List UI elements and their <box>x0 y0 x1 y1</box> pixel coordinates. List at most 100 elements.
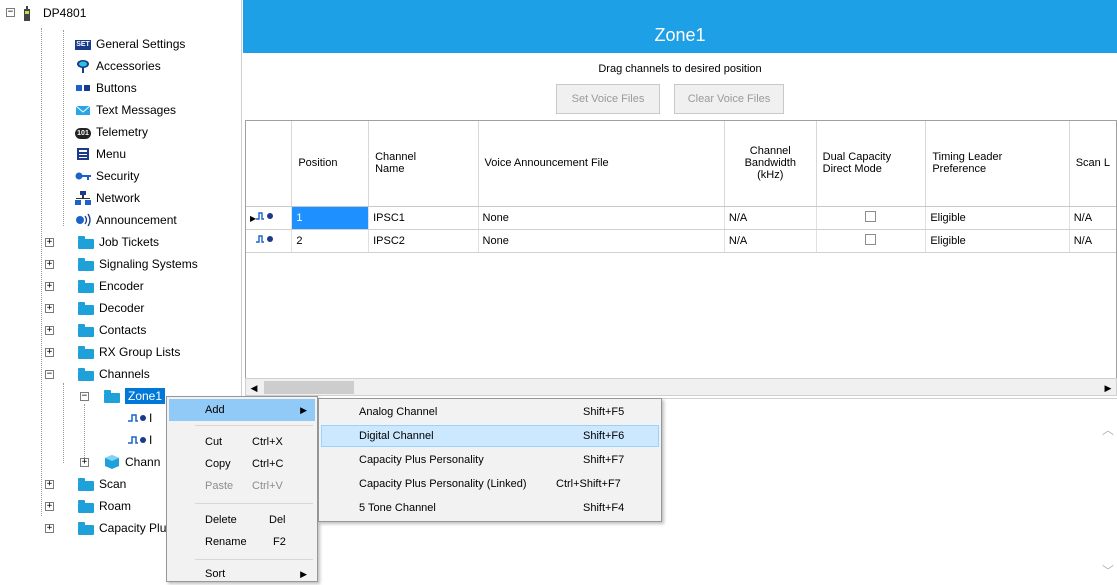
dual-capacity-cell[interactable] <box>816 229 927 253</box>
tree-item-menu[interactable]: Menu <box>75 144 126 164</box>
scroll-down-icon[interactable]: ﹀ <box>1102 562 1114 579</box>
expand-toggle[interactable]: + <box>45 348 54 357</box>
expand-toggle[interactable]: + <box>45 326 54 335</box>
expand-toggle[interactable]: + <box>45 480 54 489</box>
menu-item-paste[interactable]: Paste Ctrl+V <box>169 475 315 497</box>
tree-item-label: General Settings <box>96 37 186 51</box>
menu-item-capacity-plus[interactable]: Capacity Plus Personality Shift+F7 <box>321 449 659 471</box>
collapse-toggle[interactable]: − <box>80 392 89 401</box>
expand-toggle[interactable]: + <box>45 502 54 511</box>
expand-toggle[interactable]: + <box>80 458 89 467</box>
table-row[interactable]: ▶ 2 IPSC2 None N/A Eligible N/A <box>246 229 1116 253</box>
tree-item-decoder[interactable]: Decoder <box>78 298 144 318</box>
expand-toggle[interactable]: + <box>45 282 54 291</box>
collapse-toggle[interactable]: − <box>45 370 54 379</box>
clear-voice-files-button[interactable]: Clear Voice Files <box>674 84 784 114</box>
horizontal-scrollbar[interactable]: ◀ ▶ <box>245 378 1117 396</box>
menu-item-analog-channel[interactable]: Analog Channel Shift+F5 <box>321 401 659 423</box>
menu-item-capacity-plus-linked[interactable]: Capacity Plus Personality (Linked) Ctrl+… <box>321 473 659 495</box>
tree-item-label: Chann <box>125 455 161 469</box>
menu-item-delete[interactable]: Delete Del <box>169 509 315 531</box>
tree-item-chann[interactable]: Chann <box>104 452 160 472</box>
timing-cell[interactable]: Eligible <box>925 229 1070 253</box>
tree-item-label: Job Tickets <box>99 235 160 249</box>
menu-separator <box>195 559 313 560</box>
dual-capacity-checkbox[interactable] <box>865 233 877 245</box>
buttons-icon <box>75 81 91 95</box>
tree-item-channel-1[interactable]: I <box>128 408 152 428</box>
column-channel-name[interactable]: Channel Name <box>368 121 479 207</box>
speaker-icon <box>75 213 91 227</box>
channel-icon <box>256 212 274 220</box>
tree-item-job-tickets[interactable]: Job Tickets <box>78 232 159 252</box>
folder-icon <box>78 499 94 513</box>
expand-toggle[interactable]: + <box>45 238 54 247</box>
set-voice-files-button[interactable]: Set Voice Files <box>556 84 660 114</box>
dual-capacity-cell[interactable] <box>816 206 927 230</box>
menu-item-copy[interactable]: Copy Ctrl+C <box>169 453 315 475</box>
menu-item-5-tone-channel[interactable]: 5 Tone Channel Shift+F4 <box>321 497 659 519</box>
tree-root[interactable]: DP4801 <box>22 3 86 23</box>
tree-item-capacity-plus[interactable]: Capacity Plu <box>78 518 166 538</box>
tree-item-scan[interactable]: Scan <box>78 474 126 494</box>
tree-item-label: Channels <box>99 367 150 381</box>
menu-item-add[interactable]: Add ▶ <box>169 399 315 421</box>
tree-item-telemetry[interactable]: 101 Telemetry <box>75 122 148 142</box>
tree-item-channel-2[interactable]: I <box>128 430 152 450</box>
tree-item-label: Scan <box>99 477 127 491</box>
column-scan-list[interactable]: Scan L <box>1069 121 1116 207</box>
tree-item-signaling-systems[interactable]: Signaling Systems <box>78 254 198 274</box>
tree-item-roam[interactable]: Roam <box>78 496 131 516</box>
tree-item-encoder[interactable]: Encoder <box>78 276 144 296</box>
tree-item-accessories[interactable]: Accessories <box>75 56 161 76</box>
dual-capacity-checkbox[interactable] <box>865 210 877 222</box>
bandwidth-cell[interactable]: N/A <box>724 206 817 230</box>
menu-item-cut[interactable]: Cut Ctrl+X <box>169 431 315 453</box>
tree-item-label: Buttons <box>96 81 137 95</box>
name-cell[interactable]: IPSC2 <box>368 229 479 253</box>
tree-item-security[interactable]: Security <box>75 166 139 186</box>
voice-cell[interactable]: None <box>478 229 725 253</box>
tree-item-network[interactable]: Network <box>75 188 140 208</box>
tree-item-text-messages[interactable]: Text Messages <box>75 100 176 120</box>
column-position[interactable]: Position <box>291 121 370 207</box>
vertical-scrollbar[interactable]: ︿ ﹀ <box>1099 399 1117 583</box>
tree-item-announcement[interactable]: Announcement <box>75 210 177 230</box>
folder-icon <box>78 477 94 491</box>
scan-cell[interactable]: N/A <box>1069 206 1116 230</box>
expand-toggle[interactable]: + <box>45 260 54 269</box>
bandwidth-cell[interactable]: N/A <box>724 229 817 253</box>
scroll-up-icon[interactable]: ︿ <box>1102 421 1114 438</box>
tree-item-rx-group-lists[interactable]: RX Group Lists <box>78 342 180 362</box>
expand-toggle[interactable]: + <box>45 304 54 313</box>
menu-item-rename[interactable]: Rename F2 <box>169 531 315 553</box>
tree-item-general-settings[interactable]: SET General Settings <box>75 34 185 54</box>
tree-item-zone1[interactable]: Zone1 <box>104 386 166 406</box>
scan-cell[interactable]: N/A <box>1069 229 1116 253</box>
table-row[interactable]: ▶ 1 IPSC1 None N/A Eligible N/A <box>246 206 1116 230</box>
expand-toggle[interactable]: + <box>45 524 54 533</box>
name-cell[interactable]: IPSC1 <box>368 206 479 230</box>
set-icon: SET <box>75 40 91 50</box>
position-cell[interactable]: 1 <box>291 206 370 230</box>
tree-item-contacts[interactable]: Contacts <box>78 320 146 340</box>
column-dual-capacity[interactable]: Dual Capacity Direct Mode <box>816 121 927 207</box>
menu-separator <box>195 425 313 426</box>
collapse-toggle[interactable]: − <box>6 8 15 17</box>
menu-item-digital-channel[interactable]: Digital Channel Shift+F6 <box>321 425 659 447</box>
position-cell[interactable]: 2 <box>291 229 370 253</box>
voice-cell[interactable]: None <box>478 206 725 230</box>
scroll-thumb[interactable] <box>264 381 354 394</box>
tree-item-channels[interactable]: Channels <box>78 364 150 384</box>
tree-item-buttons[interactable]: Buttons <box>75 78 137 98</box>
folder-icon <box>104 389 120 403</box>
scroll-left-icon[interactable]: ◀ <box>247 381 261 395</box>
column-timing-leader[interactable]: Timing Leader Preference <box>925 121 1070 207</box>
column-bandwidth[interactable]: Channel Bandwidth (kHz) <box>724 121 817 207</box>
scroll-right-icon[interactable]: ▶ <box>1101 381 1115 395</box>
column-voice-announcement[interactable]: Voice Announcement File <box>478 121 725 207</box>
timing-cell[interactable]: Eligible <box>925 206 1070 230</box>
folder-icon <box>78 257 94 271</box>
cube-icon <box>104 455 120 469</box>
channel-icon <box>128 433 146 447</box>
